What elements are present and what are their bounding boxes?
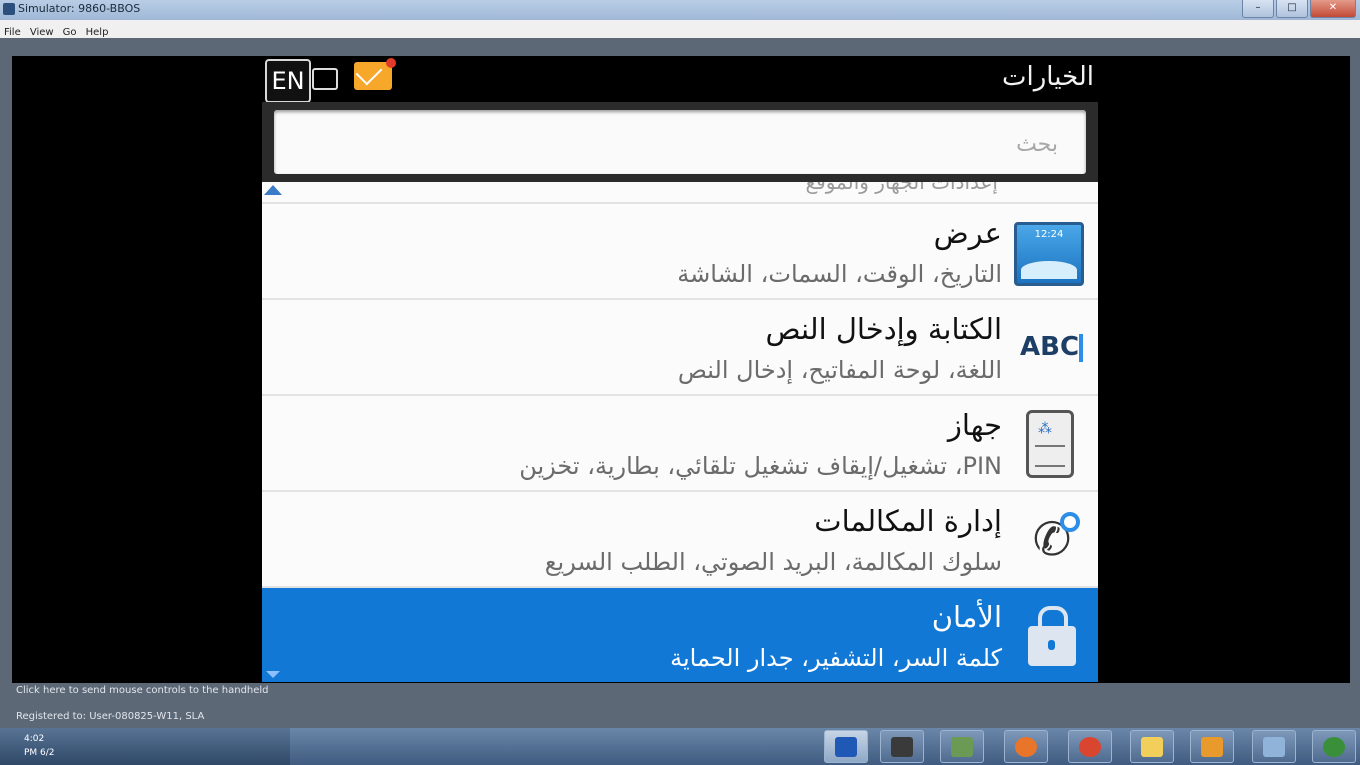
device-icon: ⁂: [1026, 410, 1074, 478]
window-controls: – □ ✕: [1242, 0, 1356, 19]
menu-bar: File View Go Help: [0, 20, 1360, 39]
list-item-subtitle: التاريخ، الوقت، السمات، الشاشة: [677, 260, 1002, 288]
abc-icon: ABC: [1020, 318, 1084, 376]
close-button[interactable]: ✕: [1310, 0, 1356, 18]
list-item-subtitle: سلوك المكالمة، البريد الصوتي، الطلب السر…: [544, 548, 1002, 576]
menu-file[interactable]: File: [4, 27, 21, 38]
network-icon[interactable]: [940, 730, 984, 763]
list-item-partial[interactable]: إعدادات الجهاز والموقع: [262, 182, 1098, 204]
taskbar: 4:02 PM 6/2: [0, 728, 1360, 765]
footer-registration: Registered to: User-080825-W11, SLA: [16, 711, 205, 722]
language-indicator[interactable]: EN: [265, 59, 311, 103]
taskbar-tray: 4:02 PM 6/2: [0, 728, 290, 765]
menu-view[interactable]: View: [30, 27, 54, 38]
list-item-title: الكتابة وإدخال النص: [765, 312, 1002, 346]
list-item-subtitle: اللغة، لوحة المفاتيح، إدخال النص: [677, 356, 1002, 384]
search-area: بحث: [262, 102, 1098, 182]
window-titlebar: Simulator: 9860-BBOS – □ ✕: [0, 0, 1360, 20]
options-list: إعدادات الجهاز والموقع 12:24 عرض التاريخ…: [262, 182, 1098, 682]
search-input[interactable]: بحث: [274, 110, 1086, 174]
battery-icon: [312, 68, 338, 90]
list-item-subtitle: كلمة السر، التشفير، جدار الحماية: [670, 644, 1002, 672]
minimize-button[interactable]: –: [1242, 0, 1274, 18]
notification-badge: [386, 58, 396, 68]
list-item-security[interactable]: الأمان كلمة السر، التشفير، جدار الحماية: [262, 588, 1098, 682]
scroll-down-icon: [266, 671, 280, 678]
display-icon-time: 12:24: [1034, 229, 1064, 240]
list-item-title: جهاز: [947, 408, 1002, 442]
list-item-title: عرض: [933, 216, 1002, 250]
page-title: الخيارات: [1002, 62, 1094, 92]
display-icon: 12:24: [1014, 222, 1084, 286]
list-item-call-management[interactable]: ✆ إدارة المكالمات سلوك المكالمة، البريد …: [262, 492, 1098, 588]
taskbar-clock: 4:02: [24, 734, 45, 744]
window-title: Simulator: 9860-BBOS: [18, 2, 141, 15]
list-item-device[interactable]: ⁂ جهاز PIN، تشغيل/إيقاف تشغيل تلقائي، بط…: [262, 396, 1098, 492]
app-icon: [3, 3, 15, 15]
lock-icon: [1028, 606, 1076, 666]
scroll-up-icon: [264, 185, 282, 195]
player-icon[interactable]: [1190, 730, 1234, 763]
list-item-title: إدارة المكالمات: [814, 504, 1002, 538]
media-icon[interactable]: [880, 730, 924, 763]
firefox-icon[interactable]: [1004, 730, 1048, 763]
list-item-typing[interactable]: ABC الكتابة وإدخال النص اللغة، لوحة المف…: [262, 300, 1098, 396]
windows-icon[interactable]: [1312, 730, 1356, 763]
partial-row-label: إعدادات الجهاز والموقع: [805, 182, 999, 194]
list-item-display[interactable]: 12:24 عرض التاريخ، الوقت، السمات، الشاشة: [262, 204, 1098, 300]
maximize-button[interactable]: □: [1276, 0, 1308, 18]
menu-help[interactable]: Help: [86, 27, 109, 38]
taskbar-date: PM 6/2: [24, 748, 55, 758]
phone-gear-icon: ✆: [1020, 510, 1084, 568]
list-item-title: الأمان: [931, 600, 1002, 634]
simulator-icon[interactable]: [824, 730, 868, 763]
footer-hint[interactable]: Click here to send mouse controls to the…: [16, 685, 269, 696]
menu-go[interactable]: Go: [63, 27, 77, 38]
phone-header: EN الخيارات: [262, 56, 1098, 103]
computer-icon[interactable]: [1252, 730, 1296, 763]
chrome-icon[interactable]: [1068, 730, 1112, 763]
search-placeholder: بحث: [1016, 132, 1058, 157]
list-item-subtitle: PIN، تشغيل/إيقاف تشغيل تلقائي، بطارية، ت…: [519, 452, 1002, 480]
folder-icon[interactable]: [1130, 730, 1174, 763]
